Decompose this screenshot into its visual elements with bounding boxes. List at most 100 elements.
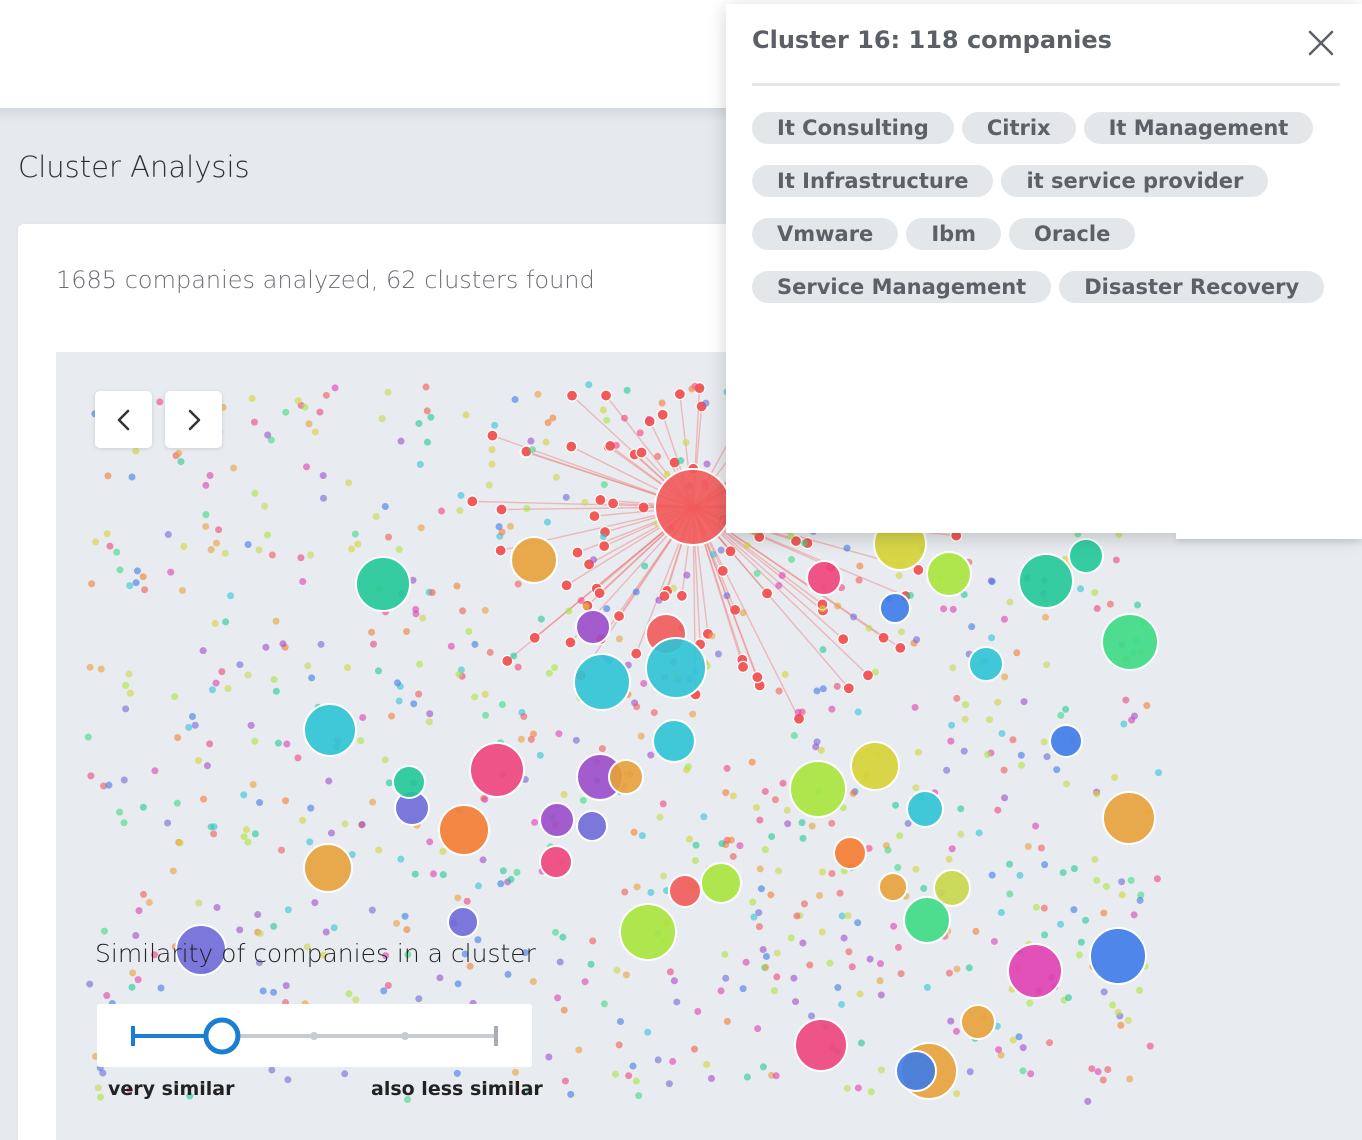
company-node[interactable] — [145, 899, 153, 907]
company-node[interactable] — [773, 949, 781, 957]
company-node[interactable] — [191, 721, 199, 729]
company-node[interactable] — [429, 870, 437, 878]
company-node[interactable] — [1019, 1044, 1027, 1052]
tag-chip[interactable]: It Infrastructure — [752, 165, 994, 197]
company-node[interactable] — [1114, 1008, 1122, 1016]
slider-step-dot[interactable] — [401, 1032, 409, 1040]
company-node[interactable] — [384, 388, 392, 396]
company-node[interactable] — [861, 669, 875, 682]
company-node[interactable] — [940, 605, 948, 613]
company-node[interactable] — [479, 856, 487, 864]
company-node[interactable] — [600, 481, 608, 489]
company-node[interactable] — [670, 584, 678, 592]
company-node[interactable] — [322, 928, 330, 936]
company-node[interactable] — [385, 779, 393, 787]
company-node[interactable] — [565, 389, 579, 402]
company-node[interactable] — [1006, 598, 1014, 606]
company-node[interactable] — [945, 969, 953, 977]
company-node[interactable] — [994, 806, 1002, 814]
cluster-bubble[interactable] — [392, 765, 426, 799]
company-node[interactable] — [641, 562, 649, 570]
company-node[interactable] — [756, 816, 764, 824]
company-node[interactable] — [428, 589, 436, 597]
company-node[interactable] — [511, 1068, 519, 1076]
company-node[interactable] — [615, 1041, 623, 1049]
company-node[interactable] — [1027, 1070, 1035, 1078]
company-node[interactable] — [100, 927, 108, 935]
company-node[interactable] — [1020, 698, 1028, 706]
company-node[interactable] — [961, 715, 969, 723]
company-node[interactable] — [105, 781, 113, 789]
company-node[interactable] — [510, 652, 518, 660]
company-node[interactable] — [739, 985, 747, 993]
company-node[interactable] — [536, 751, 544, 759]
company-node[interactable] — [1000, 615, 1008, 623]
company-node[interactable] — [739, 609, 747, 617]
company-node[interactable] — [949, 664, 957, 672]
company-node[interactable] — [920, 884, 928, 892]
company-node[interactable] — [1046, 1039, 1054, 1047]
company-node[interactable] — [783, 806, 791, 814]
cluster-bubble[interactable] — [903, 896, 951, 944]
cluster-bubble[interactable] — [833, 836, 867, 870]
company-node[interactable] — [854, 708, 862, 716]
company-node[interactable] — [1104, 1066, 1112, 1074]
company-node[interactable] — [1001, 794, 1009, 802]
company-node[interactable] — [453, 1069, 461, 1077]
company-node[interactable] — [552, 473, 560, 481]
company-node[interactable] — [345, 479, 353, 487]
company-node[interactable] — [385, 533, 393, 541]
cluster-bubble[interactable] — [906, 790, 944, 828]
company-node[interactable] — [834, 984, 842, 992]
cluster-bubble[interactable] — [895, 1050, 937, 1092]
cluster-bubble[interactable] — [619, 903, 677, 961]
company-node[interactable] — [594, 493, 607, 507]
company-node[interactable] — [722, 974, 730, 982]
company-node[interactable] — [453, 582, 461, 590]
company-node[interactable] — [647, 888, 655, 896]
company-node[interactable] — [953, 965, 961, 973]
company-node[interactable] — [1093, 604, 1101, 612]
company-node[interactable] — [259, 987, 267, 995]
company-node[interactable] — [202, 481, 210, 489]
company-node[interactable] — [894, 641, 907, 654]
company-node[interactable] — [381, 502, 389, 510]
company-node[interactable] — [113, 548, 121, 556]
company-node[interactable] — [818, 928, 826, 936]
company-node[interactable] — [1094, 1068, 1102, 1076]
company-node[interactable] — [694, 1007, 702, 1015]
company-node[interactable] — [562, 493, 570, 501]
company-node[interactable] — [369, 798, 377, 806]
company-node[interactable] — [714, 650, 722, 658]
company-node[interactable] — [206, 740, 214, 748]
cluster-bubble[interactable] — [879, 592, 911, 624]
company-node[interactable] — [423, 438, 431, 446]
company-node[interactable] — [1026, 999, 1034, 1007]
company-node[interactable] — [210, 830, 218, 838]
company-node[interactable] — [768, 832, 776, 840]
company-node[interactable] — [92, 538, 100, 546]
company-node[interactable] — [953, 1090, 961, 1098]
company-node[interactable] — [527, 437, 535, 445]
company-node[interactable] — [1111, 773, 1119, 781]
company-node[interactable] — [590, 556, 598, 564]
company-node[interactable] — [677, 457, 685, 465]
company-node[interactable] — [564, 636, 577, 649]
company-node[interactable] — [721, 950, 729, 958]
company-node[interactable] — [689, 710, 697, 718]
company-node[interactable] — [1131, 712, 1139, 720]
company-node[interactable] — [709, 550, 717, 558]
company-node[interactable] — [403, 628, 411, 636]
company-node[interactable] — [491, 421, 499, 429]
company-node[interactable] — [598, 745, 606, 753]
cluster-bubble[interactable] — [510, 536, 558, 584]
company-node[interactable] — [787, 532, 795, 540]
tag-chip[interactable]: It Management — [1083, 112, 1314, 144]
company-node[interactable] — [272, 687, 280, 695]
company-node[interactable] — [947, 737, 955, 745]
company-node[interactable] — [894, 863, 902, 871]
company-node[interactable] — [848, 963, 856, 971]
company-node[interactable] — [207, 546, 215, 554]
company-node[interactable] — [690, 1045, 698, 1053]
company-node[interactable] — [729, 852, 737, 860]
